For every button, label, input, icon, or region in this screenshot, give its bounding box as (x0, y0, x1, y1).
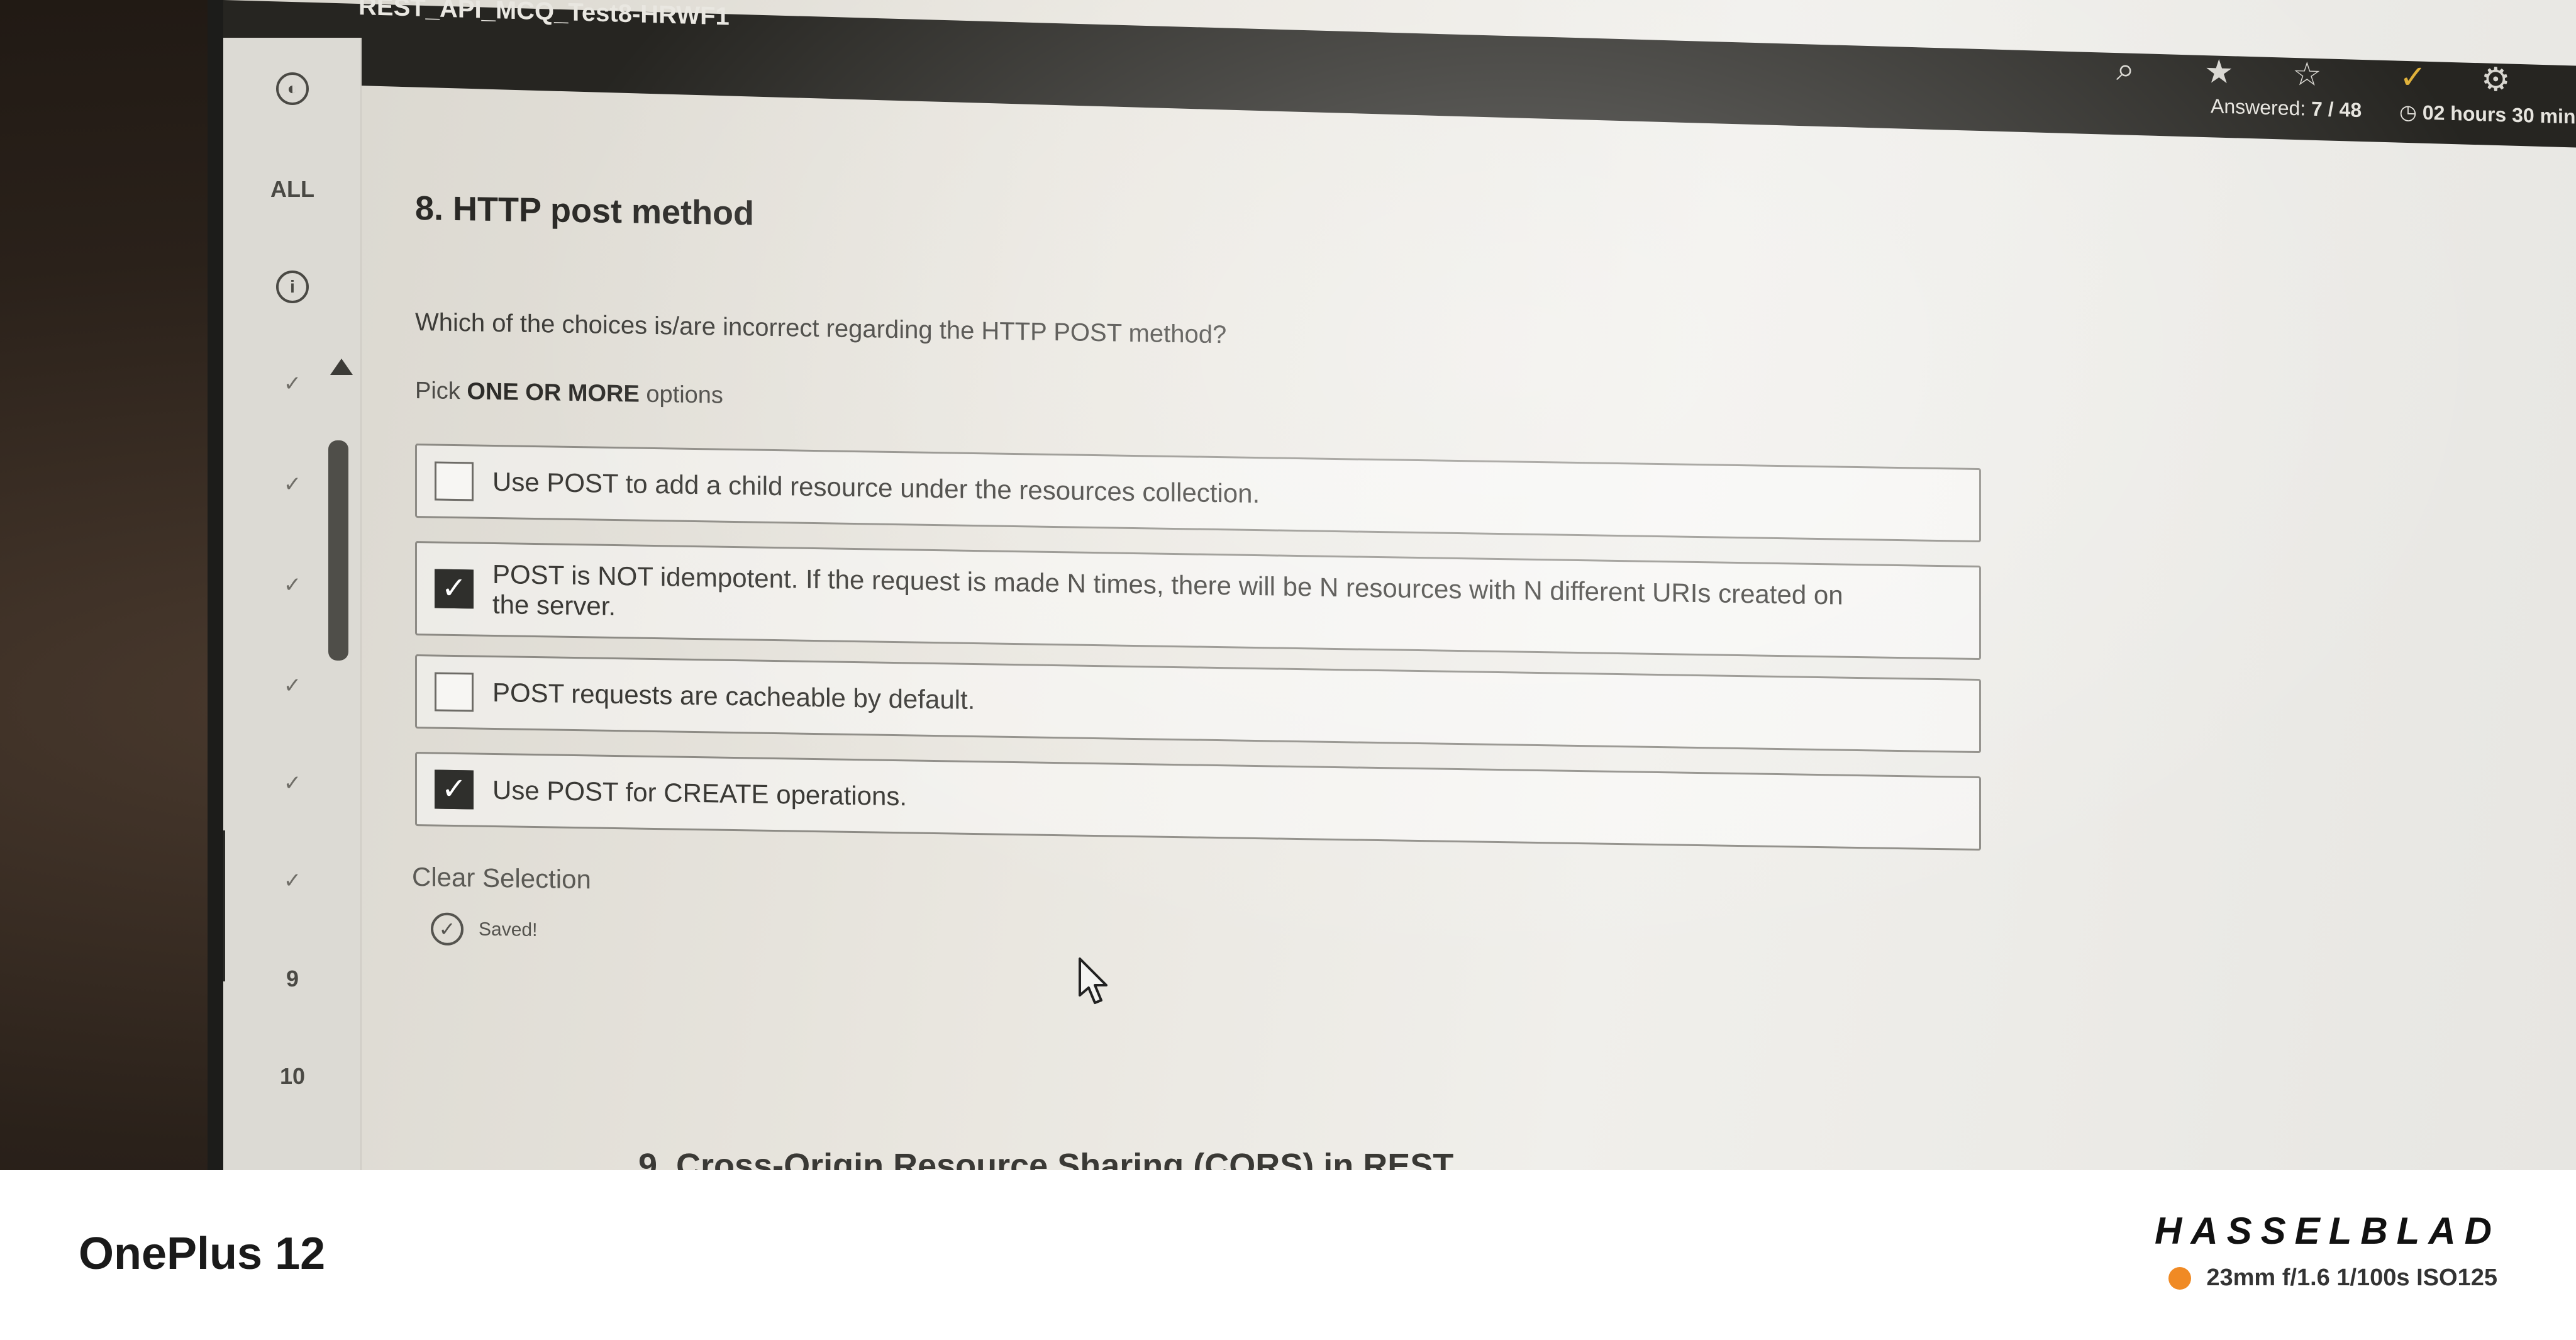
answered-value: 7 / 48 (2311, 97, 2362, 121)
rail-compass[interactable]: ◐ (223, 72, 362, 105)
rail-question-10[interactable]: 10 (223, 1063, 362, 1090)
answered-counter: Answered: 7 / 48 (2211, 94, 2362, 122)
camera-specs: 23mm f/1.6 1/100s ISO125 (2168, 1265, 2497, 1292)
timer: ◷ 02 hours 30 mins (2399, 100, 2576, 129)
test-title: REST_API_MCQ_Test8-HRWF1 (358, 0, 730, 31)
photo-background: REST_API_MCQ_Test8-HRWF1 ⌕ ★ ☆ ✓ ⚙ Answe… (0, 0, 2576, 1170)
question-title: 8. HTTP post method (415, 189, 755, 233)
camera-brand: HASSELBLAD (2154, 1210, 2501, 1252)
rail-question-6[interactable]: ✓ (223, 673, 362, 698)
pick-instruction: Pick ONE OR MORE options (415, 377, 723, 410)
option-1[interactable]: Use POST to add a child resource under t… (415, 444, 1981, 543)
compass-icon: ◐ (276, 72, 309, 105)
bookmark-icon[interactable]: ★ (2204, 53, 2234, 91)
checkmark-icon: ✓ (441, 772, 467, 807)
next-question-title: 9. Cross-Origin Resource Sharing (CORS) … (638, 1147, 1454, 1170)
question-panel: 8. HTTP post method Which of the choices… (412, 189, 2239, 946)
device-name: OnePlus 12 (79, 1229, 326, 1279)
camera-watermark: OnePlus 12 HASSELBLAD 23mm f/1.6 1/100s … (0, 1170, 2576, 1340)
saved-status: ✓ Saved! (431, 912, 537, 947)
rail-question-8[interactable]: ✓ (223, 868, 362, 893)
answered-label: Answered: (2211, 94, 2306, 120)
rail-question-7[interactable]: ✓ (223, 771, 362, 796)
option-2-text: POST is NOT idempotent. If the request i… (492, 559, 1843, 622)
clock-icon: ◷ (2399, 100, 2417, 124)
option-4-text: Use POST for CREATE operations. (492, 774, 908, 812)
rail-question-9[interactable]: 9 (223, 966, 362, 992)
checkmark-icon: ✓ (441, 571, 467, 606)
scroll-up-arrow-icon[interactable] (330, 359, 353, 375)
saved-check-icon: ✓ (431, 912, 464, 946)
timer-value: 02 hours 30 mins (2422, 101, 2576, 128)
camera-specs-text: 23mm f/1.6 1/100s ISO125 (2206, 1265, 2497, 1291)
top-bar: REST_API_MCQ_Test8-HRWF1 ⌕ ★ ☆ ✓ ⚙ Answe… (223, 0, 2576, 148)
option-1-checkbox[interactable] (435, 461, 474, 501)
option-2-checkbox[interactable]: ✓ (435, 569, 474, 609)
option-4[interactable]: ✓ Use POST for CREATE operations. (415, 752, 1981, 851)
option-4-checkbox[interactable]: ✓ (435, 769, 474, 810)
star-icon[interactable]: ☆ (2292, 56, 2322, 93)
rail-info[interactable]: i (223, 271, 362, 303)
option-2[interactable]: ✓ POST is NOT idempotent. If the request… (415, 541, 1981, 661)
rail-question-3[interactable]: ✓ (223, 371, 362, 396)
laptop-screen: REST_API_MCQ_Test8-HRWF1 ⌕ ★ ☆ ✓ ⚙ Answe… (223, 0, 2576, 1170)
rail-all[interactable]: ALL (223, 176, 362, 203)
info-icon: i (276, 271, 309, 303)
saved-text: Saved! (479, 918, 538, 941)
pick-prefix: Pick (415, 377, 460, 405)
mouse-cursor-icon (1079, 958, 1108, 1004)
search-icon[interactable]: ⌕ (2116, 51, 2135, 88)
question-text: Which of the choices is/are incorrect re… (415, 308, 1227, 349)
question-rail: ◐ ALL i ✓ ✓ ✓ ✓ ✓ ✓ 9 10 (223, 38, 362, 1170)
rail-scrollbar[interactable] (328, 440, 348, 661)
option-3-checkbox[interactable] (435, 672, 474, 712)
active-question-indicator (223, 830, 225, 981)
clear-selection-link[interactable]: Clear Selection (412, 862, 591, 895)
option-3-text: POST requests are cacheable by default. (492, 677, 975, 715)
orange-dot-icon (2168, 1266, 2192, 1290)
option-3[interactable]: POST requests are cacheable by default. (415, 654, 1981, 754)
check-badge-icon[interactable]: ✓ (2399, 59, 2427, 96)
pick-count: ONE OR MORE (467, 378, 640, 408)
settings-icon[interactable]: ⚙ (2481, 61, 2511, 98)
option-1-text: Use POST to add a child resource under t… (492, 466, 1260, 509)
pick-suffix: options (646, 381, 723, 409)
